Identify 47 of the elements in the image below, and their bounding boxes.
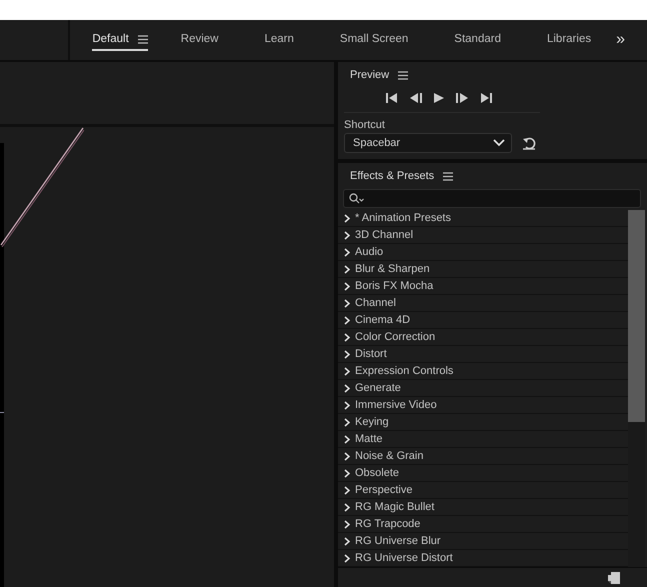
- effect-category[interactable]: 3D Channel: [338, 227, 628, 244]
- effect-category[interactable]: RG Magic Bullet: [338, 499, 628, 516]
- effect-category[interactable]: RG Universe Distort: [338, 550, 628, 567]
- effect-category[interactable]: Color Correction: [338, 329, 628, 346]
- search-field[interactable]: [343, 189, 641, 208]
- new-item-icon[interactable]: [608, 572, 620, 584]
- effect-category[interactable]: Obsolete: [338, 465, 628, 482]
- first-frame-icon[interactable]: [386, 93, 398, 103]
- shortcut-dropdown[interactable]: Spacebar: [344, 133, 512, 153]
- panel-title: Effects & Presets: [350, 170, 434, 182]
- panel-title: Preview: [350, 69, 390, 81]
- effect-category[interactable]: * Animation Presets: [338, 210, 628, 227]
- reset-icon[interactable]: [522, 136, 536, 150]
- effect-category[interactable]: Expression Controls: [338, 363, 628, 380]
- effect-category[interactable]: Channel: [338, 295, 628, 312]
- last-frame-icon[interactable]: [480, 93, 492, 103]
- effect-category[interactable]: RG Trapcode: [338, 516, 628, 533]
- effect-category[interactable]: Generate: [338, 380, 628, 397]
- workspace-tab[interactable]: Default: [92, 29, 148, 51]
- tick-mark: [0, 412, 4, 413]
- chevron-down-icon: [493, 139, 505, 147]
- menu-icon[interactable]: [443, 172, 454, 180]
- workspace-tab[interactable]: Small Screen: [340, 29, 408, 51]
- menu-icon[interactable]: [138, 34, 148, 44]
- shortcut-label: Shortcut: [344, 119, 386, 131]
- effect-category[interactable]: Blur & Sharpen: [338, 261, 628, 278]
- workspace-tab[interactable]: Standard: [454, 29, 501, 51]
- effect-category[interactable]: Audio: [338, 244, 628, 261]
- overflow-button[interactable]: »: [614, 31, 627, 49]
- effect-category[interactable]: Boris FX Mocha: [338, 278, 628, 295]
- effect-category[interactable]: Immersive Video: [338, 397, 628, 414]
- menu-icon[interactable]: [398, 70, 408, 80]
- workspace-tab[interactable]: Learn: [264, 29, 294, 51]
- play-icon[interactable]: [434, 93, 444, 103]
- effect-category[interactable]: RG Universe Blur: [338, 533, 628, 550]
- effect-category[interactable]: Keying: [338, 414, 628, 431]
- workspace-tab[interactable]: Libraries: [546, 29, 592, 51]
- next-frame-icon[interactable]: [456, 93, 468, 103]
- effect-category[interactable]: Matte: [338, 431, 628, 448]
- previous-frame-icon[interactable]: [410, 93, 422, 103]
- scrollbar-thumb[interactable]: [628, 210, 645, 422]
- effect-category[interactable]: Perspective: [338, 482, 628, 499]
- effect-category[interactable]: Distort: [338, 346, 628, 363]
- effect-category[interactable]: Noise & Grain: [338, 448, 628, 465]
- search-icon: [349, 193, 364, 204]
- effect-category[interactable]: Cinema 4D: [338, 312, 628, 329]
- workspace-tab[interactable]: Review: [180, 29, 218, 51]
